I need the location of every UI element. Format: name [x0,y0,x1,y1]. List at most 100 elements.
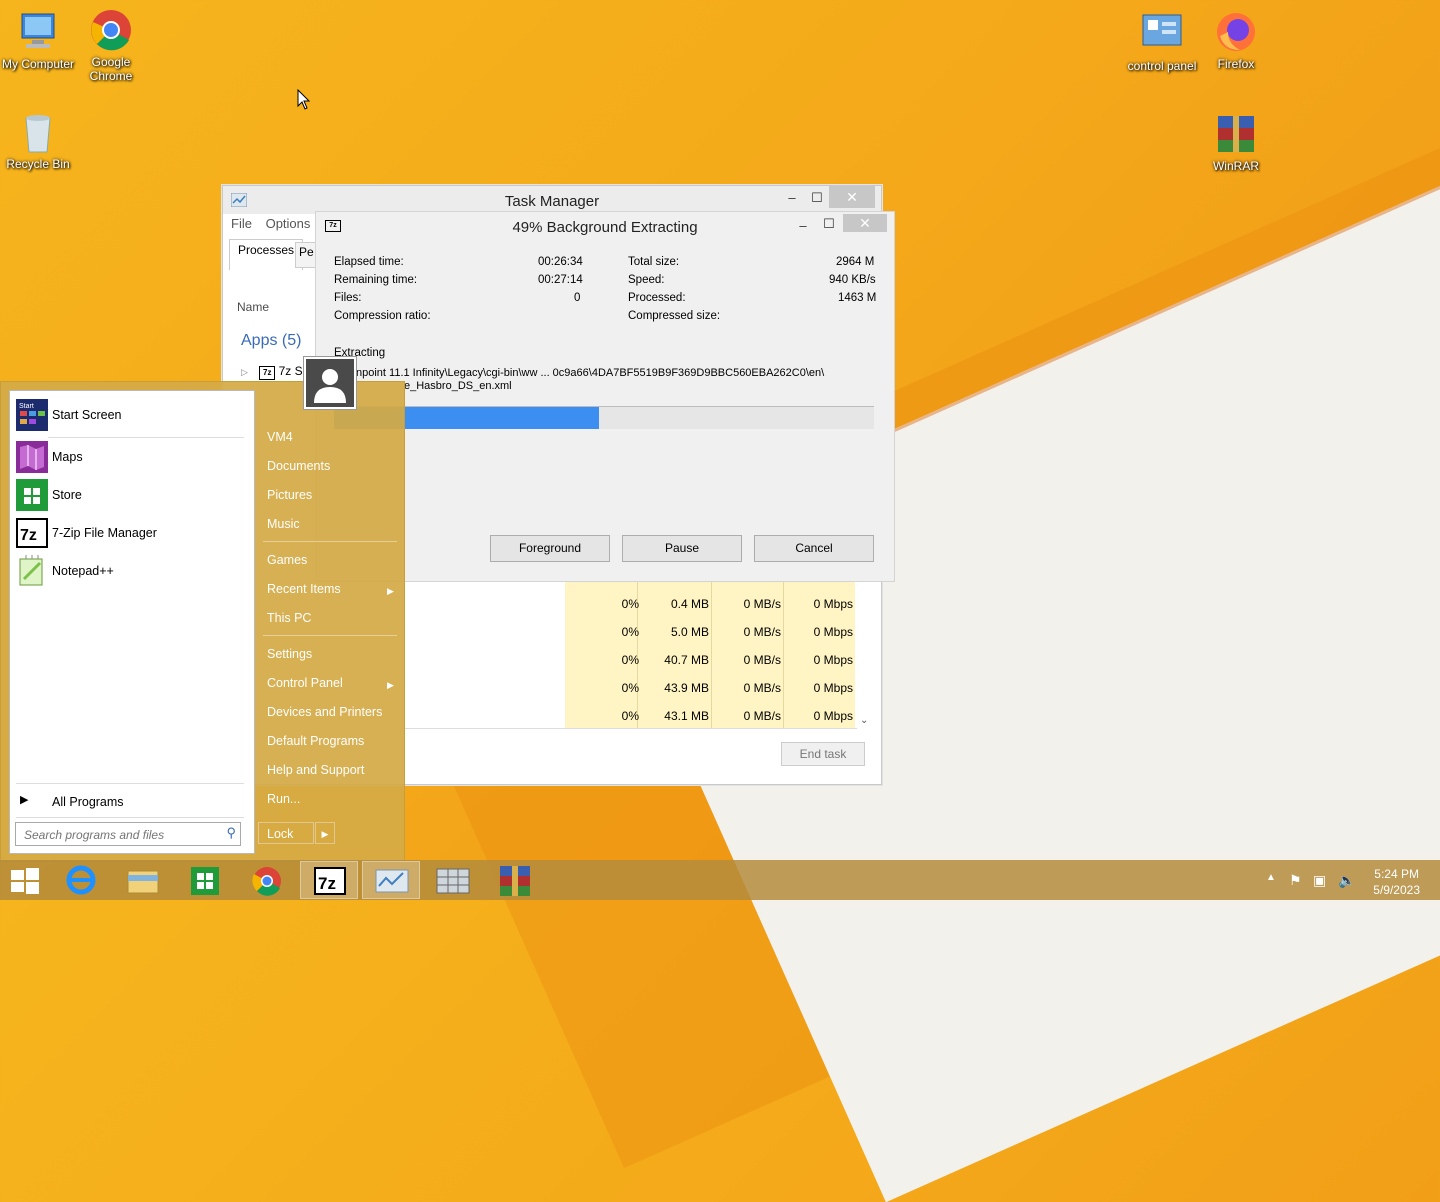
start-item-7zip[interactable]: 7z 7-Zip File Manager [14,515,250,551]
desktop-icon-my-computer[interactable]: My Computer [0,10,76,71]
right-item-settings[interactable]: Settings [267,647,312,661]
table-row[interactable]: 0% 0.4 MB 0 MB/s 0 Mbps [403,590,879,618]
maximize-button[interactable]: ☐ [815,214,843,234]
search-field[interactable] [22,825,216,845]
taskbar-7zip[interactable]: 7z [300,861,358,899]
table-row[interactable]: 0% 43.9 MB 0 MB/s 0 Mbps [403,674,879,702]
extract-titlebar[interactable]: 7z 49% Background Extracting – ☐ ✕ [316,212,894,240]
user-icon [306,359,354,407]
column-header-name[interactable]: Name [237,300,269,314]
foreground-button[interactable]: Foreground [490,535,610,562]
start-screen-icon: Start [16,399,48,431]
cell-net: 0 Mbps [813,709,853,723]
right-item-music[interactable]: Music [267,517,300,531]
right-item-vm4[interactable]: VM4 [267,430,293,444]
divider [263,635,397,636]
pause-button[interactable]: Pause [622,535,742,562]
taskbar-explorer-window[interactable] [424,861,482,899]
speed-value: 940 KB/s [829,274,876,286]
cell-cpu: 0% [621,653,639,667]
user-avatar[interactable] [303,356,357,410]
desktop-icon-firefox[interactable]: Firefox [1198,10,1274,71]
files-value: 0 [574,292,581,304]
start-button[interactable] [0,861,58,899]
mouse-cursor [297,88,311,114]
cancel-button[interactable]: Cancel [754,535,874,562]
play-arrow-icon: ▶ [20,794,29,806]
search-input[interactable]: ⚲ [15,822,241,846]
files-label: Files: [334,292,362,304]
cell-disk: 0 MB/s [743,625,781,639]
maximize-button[interactable]: ☐ [803,188,831,208]
progress-track [334,406,874,429]
desktop-icon-control-panel[interactable]: control panel [1124,12,1200,73]
menu-file[interactable]: File [231,216,252,231]
action-center-flag-icon[interactable]: ⚑ [1289,872,1302,889]
tab-processes[interactable]: Processes [229,239,304,270]
right-item-run[interactable]: Run... [267,792,300,806]
lock-button[interactable]: Lock [258,822,314,844]
table-row[interactable]: 0% 43.1 MB 0 MB/s 0 Mbps [403,702,879,730]
network-icon[interactable]: ▣ [1313,872,1326,889]
remaining-label: Remaining time: [334,274,418,286]
desktop-icon-chrome[interactable]: Google Chrome [73,8,149,83]
volume-muted-icon[interactable]: 🔈 [1338,872,1355,889]
task-manager-titlebar[interactable]: Task Manager – ☐ ✕ [223,186,881,214]
start-item-label: Store [52,488,82,502]
taskbar-file-explorer[interactable] [114,861,172,899]
system-clock[interactable]: 5:24 PM 5/9/2023 [1373,866,1420,898]
search-icon[interactable]: ⚲ [226,825,236,841]
start-item-start-screen[interactable]: Start Start Screen [14,397,250,433]
desktop-icon-label: My Computer [1,57,75,71]
start-item-label: Notepad++ [52,564,114,578]
tray-overflow-chevron-icon[interactable]: ▲ [1266,872,1276,883]
right-item-control-panel[interactable]: Control Panel [267,676,343,690]
close-button[interactable]: ✕ [829,186,875,208]
remaining-value: 00:27:14 [538,274,583,286]
expand-chevron-icon[interactable]: ▷ [241,367,248,377]
cell-mem: 43.9 MB [664,681,709,695]
winrar-icon [1214,112,1258,156]
taskbar-task-manager[interactable] [362,861,420,899]
cell-disk: 0 MB/s [743,653,781,667]
taskbar: 7z ▲ ⚑ ▣ 🔈 5:24 PM 5/9/2023 [0,860,1440,900]
clock-time: 5:24 PM [1374,867,1419,881]
7zip-icon: 7z [314,867,346,895]
app-row-7zip[interactable]: ▷ 7z 7z S [241,364,303,380]
right-item-games[interactable]: Games [267,553,307,567]
right-item-default-programs[interactable]: Default Programs [267,734,364,748]
start-item-notepadpp[interactable]: Notepad++ [14,553,250,589]
divider [263,541,397,542]
cell-disk: 0 MB/s [743,681,781,695]
cell-disk: 0 MB/s [743,709,781,723]
start-item-store[interactable]: Store [14,477,250,513]
processed-value: 1463 M [838,292,877,304]
menu-options[interactable]: Options [266,216,311,231]
desktop-icon-winrar[interactable]: WinRAR [1198,112,1274,173]
taskbar-chrome[interactable] [238,861,296,899]
right-item-pictures[interactable]: Pictures [267,488,312,502]
cell-cpu: 0% [621,625,639,639]
minimize-button[interactable]: – [789,216,817,236]
all-programs[interactable]: ▶ All Programs [18,789,246,813]
right-item-help-support[interactable]: Help and Support [267,763,364,777]
table-row[interactable]: 0% 5.0 MB 0 MB/s 0 Mbps [403,618,879,646]
taskbar-store[interactable] [176,861,234,899]
lock-options-button[interactable]: ▶ [315,822,335,844]
svg-text:Start: Start [19,403,34,410]
control-panel-icon [1140,12,1184,56]
end-task-button[interactable]: End task [781,742,865,766]
minimize-button[interactable]: – [778,188,806,208]
taskbar-ie[interactable] [52,861,110,899]
right-item-devices-printers[interactable]: Devices and Printers [267,705,382,719]
right-item-this-pc[interactable]: This PC [267,611,311,625]
start-item-maps[interactable]: Maps [14,439,250,475]
right-item-recent-items[interactable]: Recent Items [267,582,341,596]
close-button[interactable]: ✕ [843,214,887,232]
windows-logo-icon [11,868,39,894]
taskbar-winrar[interactable] [486,861,544,899]
desktop-icon-recycle-bin[interactable]: Recycle Bin [0,110,76,171]
table-row[interactable]: 0% 40.7 MB 0 MB/s 0 Mbps [403,646,879,674]
speed-label: Speed: [628,274,665,286]
right-item-documents[interactable]: Documents [267,459,330,473]
